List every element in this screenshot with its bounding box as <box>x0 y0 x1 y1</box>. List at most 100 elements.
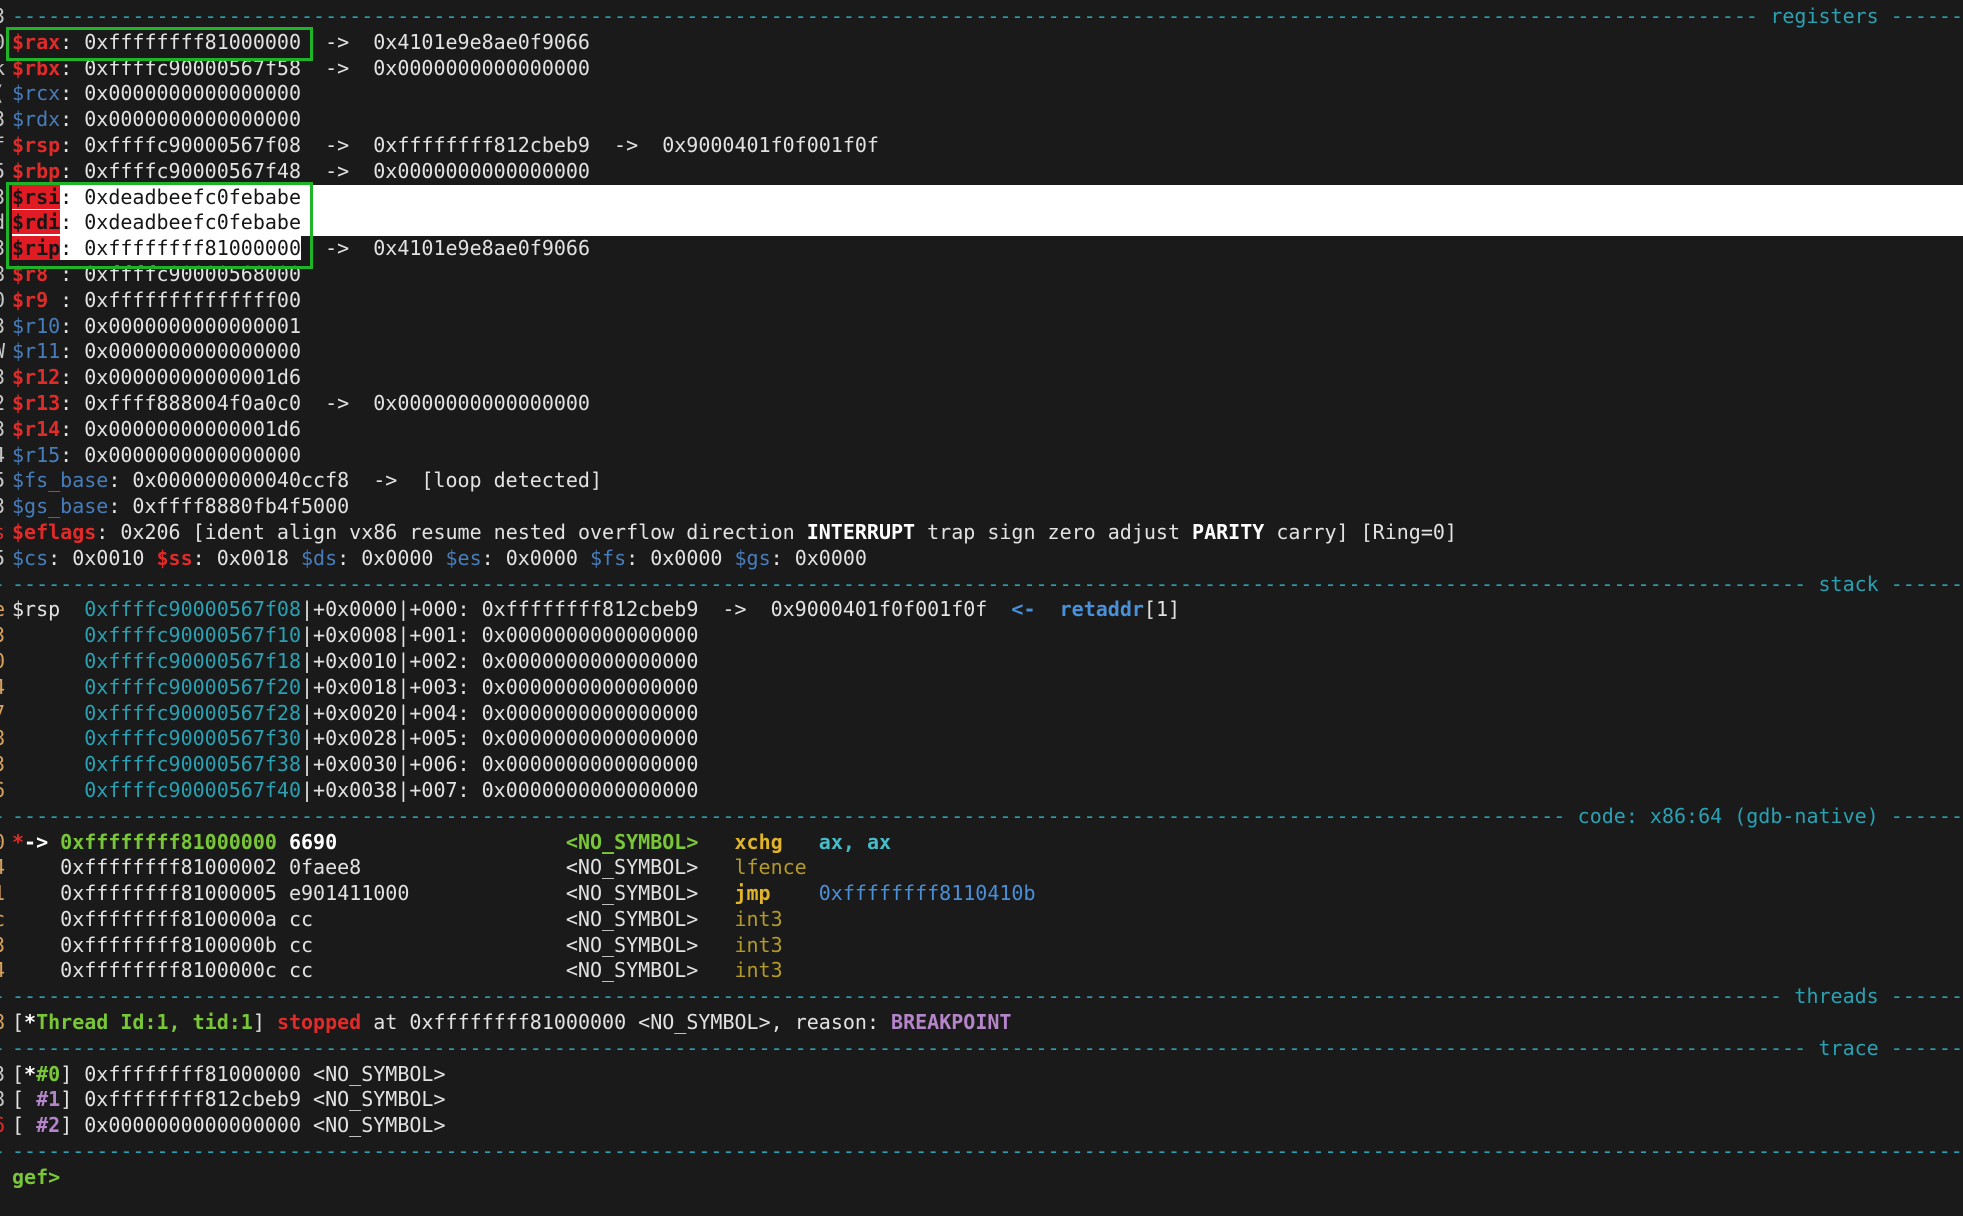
text-run <box>771 881 819 905</box>
text-run: 0xffffc90000567f28 <box>84 701 301 725</box>
clipped-character-fragment: 8 <box>0 726 5 752</box>
code-row-4: 0xffffffff8100000b cc <NO_SYMBOL> int3 <box>12 933 1963 959</box>
text-run: : 0xffffffff81000000 <box>60 236 301 260</box>
text-run: $fs_base <box>12 468 108 492</box>
code-row-1: 0xffffffff81000002 0faee8 <NO_SYMBOL> lf… <box>12 855 1963 881</box>
text-run: $rsp <box>12 597 84 621</box>
text-run: : 0x00000000000001d6 <box>60 365 301 389</box>
section-title-code: code: x86:64 (gdb-native) <box>1566 804 1891 830</box>
clipped-character-fragment: 8 <box>0 1010 5 1036</box>
text-run: |+0x0028|+005: 0x0000000000000000 <box>301 726 698 750</box>
code-row-2: 0xffffffff81000005 e901411000 <NO_SYMBOL… <box>12 881 1963 907</box>
text-run: [1] <box>1144 597 1180 621</box>
text-run: 0xffffffff8100000a cc <NO_SYMBOL> <box>12 907 734 931</box>
text-run: [ <box>12 1010 24 1034</box>
text-run: $r10 <box>12 314 60 338</box>
text-run: 0xffffffff8100000c cc <NO_SYMBOL> <box>12 958 734 982</box>
clipped-character-fragment: 8 <box>0 1087 5 1113</box>
text-run: |+0x0030|+006: 0x0000000000000000 <box>301 752 698 776</box>
register-row-r9: $r9 : 0xffffffffffffff00 <box>12 288 1963 314</box>
text-run: ax, ax <box>819 830 891 854</box>
clipped-character-fragment: 5 <box>0 546 5 572</box>
register-row-rdi: $rdi: 0xdeadbeefc0febabe <box>12 210 1963 236</box>
register-row-r12: $r12: 0x00000000000001d6 <box>12 365 1963 391</box>
text-run <box>12 752 84 776</box>
separator-dashes: ----------------------------------------… <box>12 572 1806 598</box>
clipped-character-fragment: 6 <box>0 778 5 804</box>
text-run: |+0x0020|+004: 0x0000000000000000 <box>301 701 698 725</box>
text-run: : 0xffffc90000567f08 -> 0xffffffff812cbe… <box>60 133 879 157</box>
text-run: $rcx <box>12 81 60 105</box>
text-run: trap sign zero adjust <box>915 520 1192 544</box>
text-run: : 0x0000000000000000 <box>60 443 301 467</box>
stack-row-7: 0xffffc90000567f40|+0x0038|+007: 0x00000… <box>12 778 1963 804</box>
gef-terminal-screen: 30k(3f53d3803W323453s5-e3047836-041c34-8… <box>0 0 1963 1202</box>
register-row-rsp: $rsp: 0xffffc90000567f08 -> 0xffffffff81… <box>12 133 1963 159</box>
stack-row-2: 0xffffc90000567f18|+0x0010|+002: 0x00000… <box>12 649 1963 675</box>
text-run <box>12 649 84 673</box>
text-run: PARITY <box>1192 520 1264 544</box>
text-run: : 0x0000000000000000 <box>60 107 301 131</box>
clipped-character-fragment: s <box>0 520 5 546</box>
text-run: $rbp <box>12 159 60 183</box>
clipped-character-fragment: - <box>0 804 5 830</box>
text-run <box>12 778 84 802</box>
text-run: [ <box>12 1062 24 1086</box>
text-run: stopped <box>277 1010 361 1034</box>
text-run: $r13 <box>12 391 60 415</box>
text-run: ] 0xffffffff812cbeb9 <NO_SYMBOL> <box>60 1087 445 1111</box>
register-row-r14: $r14: 0x00000000000001d6 <box>12 417 1963 443</box>
clipped-character-fragment: W <box>0 339 5 365</box>
separator-dashes: ----------------------------------------… <box>12 804 1566 830</box>
text-run: $rdx <box>12 107 60 131</box>
stack-row-3: 0xffffc90000567f20|+0x0018|+003: 0x00000… <box>12 675 1963 701</box>
clipped-character-fragment: 3 <box>0 623 5 649</box>
register-row-rdx: $rdx: 0x0000000000000000 <box>12 107 1963 133</box>
clipped-character-fragment: 3 <box>0 236 5 262</box>
text-run: 0xffffc90000567f18 <box>84 649 301 673</box>
text-run: $fs <box>590 546 626 570</box>
clipped-character-fragment <box>0 1165 5 1191</box>
separator-dashes: ----------------------------------------… <box>12 1036 1806 1062</box>
text-run: : 0xdeadbeefc0febabe <box>60 185 301 209</box>
text-run: |+0x0038|+007: 0x0000000000000000 <box>301 778 698 802</box>
text-run: retaddr <box>1060 597 1144 621</box>
clipped-character-fragment: 3 <box>0 417 5 443</box>
text-run: carry] [Ring=0] <box>1264 520 1457 544</box>
text-run: $rbx <box>12 56 60 80</box>
text-run: $gs_base <box>12 494 108 518</box>
text-run: <NO_SYMBOL> <box>566 830 698 854</box>
text-run: : 0x0000 <box>337 546 445 570</box>
text-run: : 0x000000000040ccf8 -> [loop detected] <box>108 468 602 492</box>
clipped-character-fragment: 3 <box>0 752 5 778</box>
text-run: : 0xffffffff81000000 -> 0x4101e9e8ae0f90… <box>60 30 590 54</box>
text-run: 0xffffffff81000002 0faee8 <NO_SYMBOL> <box>12 855 734 879</box>
text-run: : 0xffffc90000568000 <box>60 262 301 286</box>
thread-status-row: [*Thread Id:1, tid:1] stopped at 0xfffff… <box>12 1010 1963 1036</box>
trace-frame-0: [*#0] 0xffffffff81000000 <NO_SYMBOL> <box>12 1062 1963 1088</box>
text-run: 0xffffffff8100000b cc <NO_SYMBOL> <box>12 933 734 957</box>
text-run: -> <box>24 830 60 854</box>
text-run: $r15 <box>12 443 60 467</box>
text-run: |+0x0010|+002: 0x0000000000000000 <box>301 649 698 673</box>
separator-dashes: ----------------------------------------… <box>12 4 1758 30</box>
text-run: -> 0x4101e9e8ae0f9066 <box>301 236 590 260</box>
gef-prompt-row[interactable]: gef> <box>12 1165 1963 1191</box>
clipped-character-fragment: - <box>0 1036 5 1062</box>
clipped-character-fragment: ( <box>0 81 5 107</box>
text-run: * <box>12 830 24 854</box>
clipped-character-fragment: 3 <box>0 185 5 211</box>
text-run: $gs <box>735 546 771 570</box>
text-run <box>12 675 84 699</box>
text-run: INTERRUPT <box>807 520 915 544</box>
register-row-rbx: $rbx: 0xffffc90000567f58 -> 0x0000000000… <box>12 56 1963 82</box>
register-row-r11: $r11: 0x0000000000000000 <box>12 339 1963 365</box>
clipped-character-fragment: - <box>0 572 5 598</box>
text-run <box>783 830 819 854</box>
clipped-character-fragment: c <box>0 907 5 933</box>
left-edge-clipped-column: 30k(3f53d3803W323453s5-e3047836-041c34-8… <box>0 4 5 1216</box>
separator-dashes: ----------------------------------------… <box>12 984 1782 1010</box>
clipped-character-fragment: 3 <box>0 1062 5 1088</box>
stack-row-6: 0xffffc90000567f38|+0x0030|+006: 0x00000… <box>12 752 1963 778</box>
clipped-character-fragment: 3 <box>0 107 5 133</box>
